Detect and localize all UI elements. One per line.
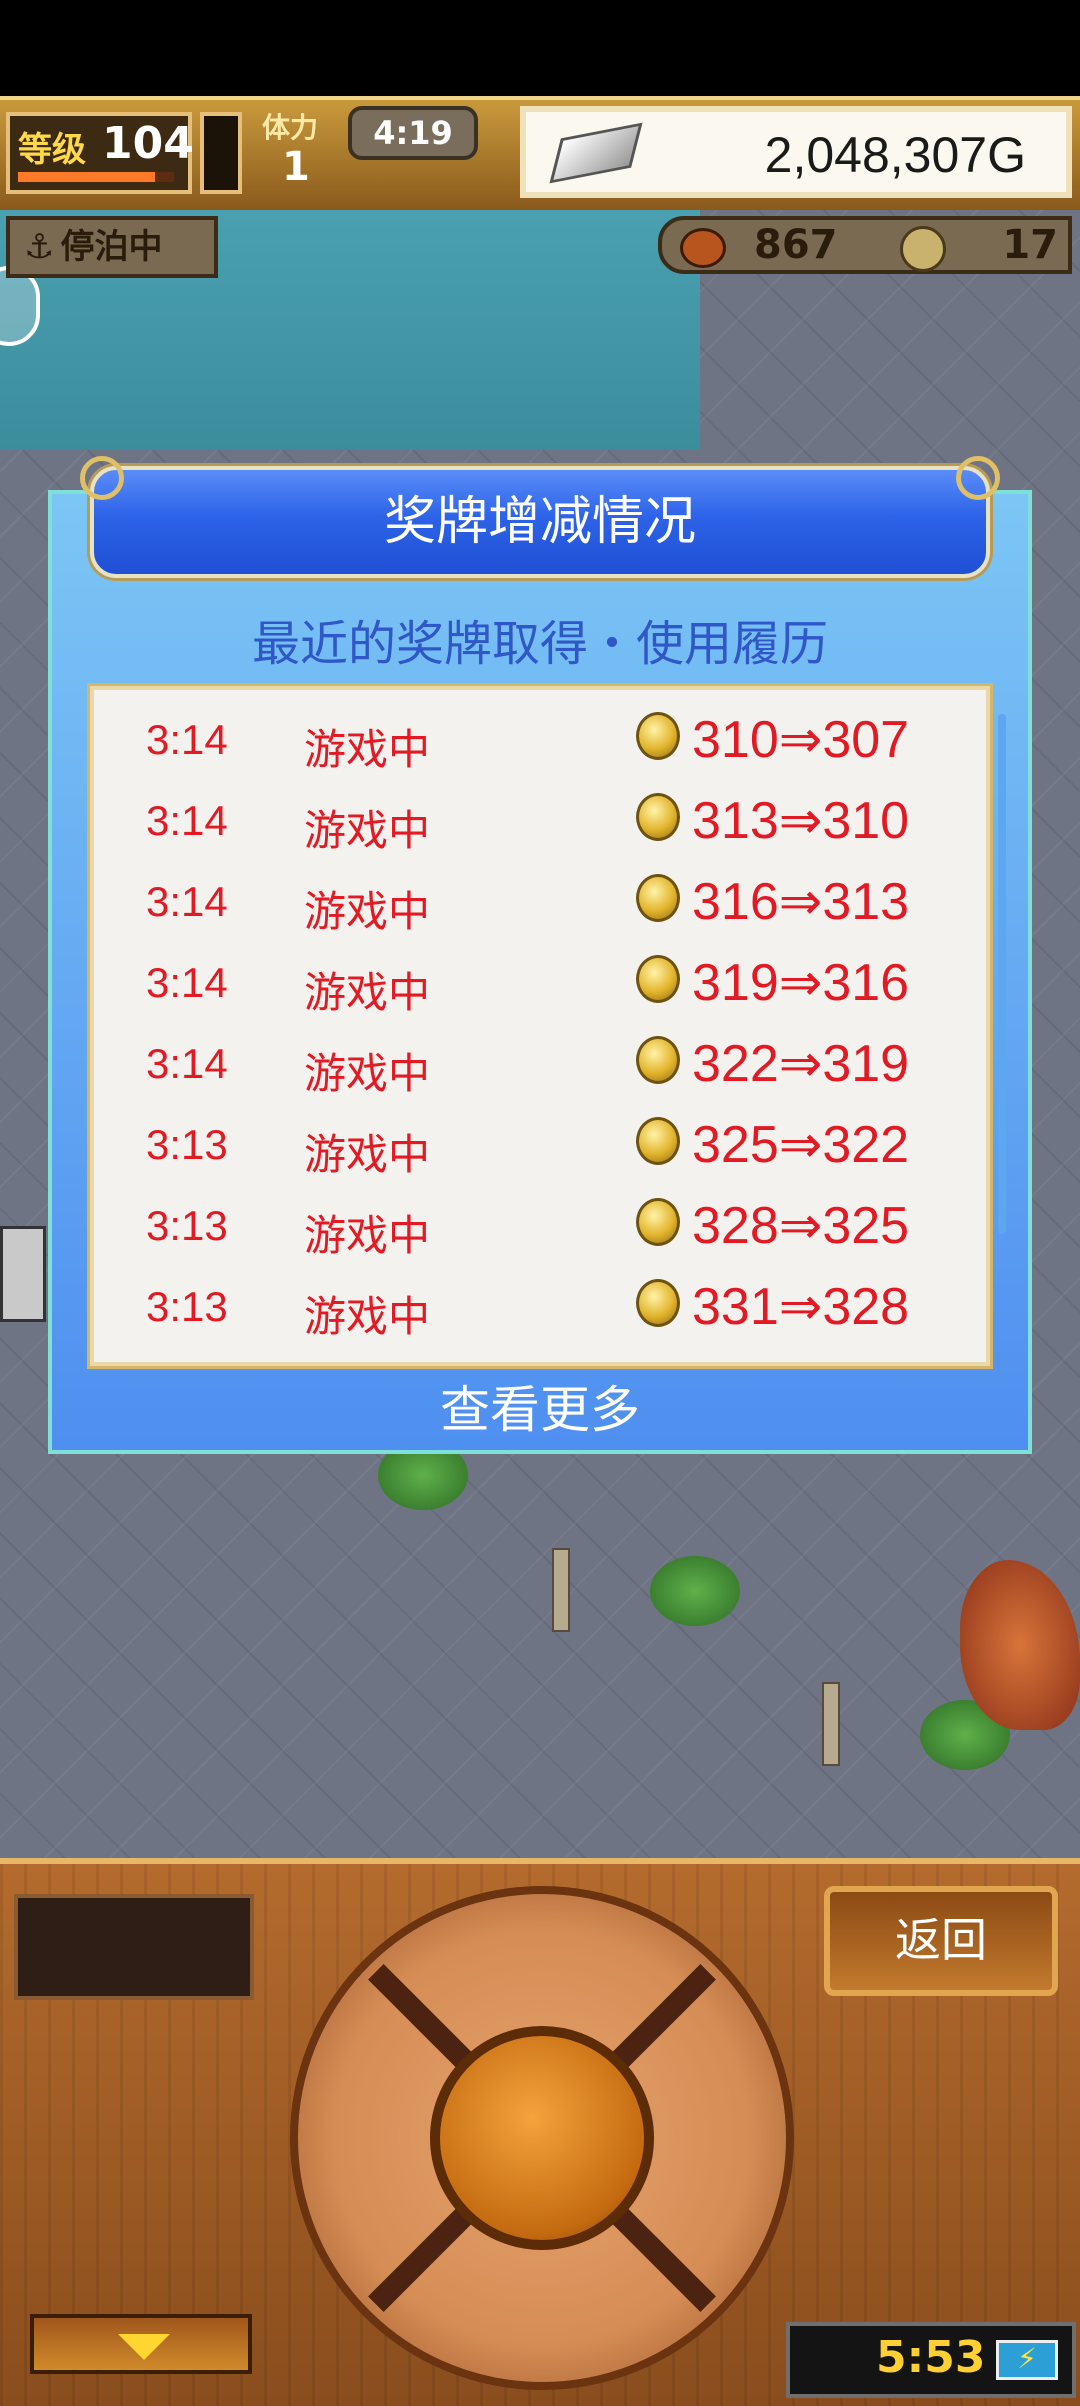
medal-coin-icon — [636, 955, 680, 1003]
bush-decoration — [650, 1556, 740, 1626]
row-change: 319⇒316 — [692, 954, 910, 1012]
medal-coin-icon — [636, 1036, 680, 1084]
medal-coin-icon — [636, 1279, 680, 1327]
menu-toggle-button[interactable] — [30, 2314, 252, 2374]
directional-pad[interactable] — [290, 1886, 794, 2390]
row-time: 3:14 — [146, 797, 228, 844]
game-clock: 5:53 ⚡ — [786, 2322, 1076, 2398]
row-time: 3:14 — [146, 1040, 228, 1087]
food-icon — [680, 228, 726, 268]
money-value: 2,048,307G — [764, 127, 1026, 183]
list-item: 3:13 游戏中 331⇒328 — [94, 1269, 986, 1350]
list-item: 3:14 游戏中 310⇒307 — [94, 702, 986, 783]
list-item: 3:14 游戏中 319⇒316 — [94, 945, 986, 1026]
row-change: 322⇒319 — [692, 1035, 910, 1093]
row-change: 325⇒322 — [692, 1116, 910, 1174]
list-item: 3:13 游戏中 328⇒325 — [94, 1188, 986, 1269]
battery-charging-icon: ⚡ — [996, 2340, 1058, 2380]
food-value: 867 — [754, 222, 838, 268]
level-box: 等级 104 — [6, 112, 194, 194]
stamina-timer: 4:19 — [348, 106, 478, 160]
row-time: 3:13 — [146, 1121, 228, 1168]
row-time: 3:13 — [146, 1202, 228, 1249]
medal-coin-icon — [636, 1117, 680, 1165]
dialog-title: 奖牌增减情况 — [383, 492, 696, 552]
row-time: 3:14 — [146, 878, 228, 925]
back-button[interactable]: 返回 — [824, 1886, 1058, 1996]
row-change: 328⇒325 — [692, 1197, 910, 1255]
row-time: 3:14 — [146, 959, 228, 1006]
row-change: 316⇒313 — [692, 873, 910, 931]
lamp-post — [552, 1548, 570, 1632]
row-status: 游戏中 — [304, 1049, 431, 1098]
medal-coin-icon — [900, 226, 946, 272]
row-status: 游戏中 — [304, 887, 431, 936]
medal-history-list[interactable]: 3:14 游戏中 310⇒307 3:14 游戏中 313⇒310 3:14 游… — [90, 686, 990, 1366]
row-status: 游戏中 — [304, 968, 431, 1017]
top-hud: 等级 104 体力 1 4:19 2,048,307G — [0, 96, 1080, 214]
level-value: 104 — [102, 118, 194, 169]
medal-coin-icon — [636, 712, 680, 760]
row-status: 游戏中 — [304, 1211, 431, 1260]
medal-coin-icon — [636, 1198, 680, 1246]
stamina-gauge — [200, 112, 242, 194]
row-time: 3:14 — [146, 716, 228, 763]
npc-sprite — [0, 1226, 46, 1322]
row-change: 310⇒307 — [692, 711, 910, 769]
row-status: 游戏中 — [304, 1130, 431, 1179]
medal-value: 17 — [1002, 222, 1058, 268]
row-change: 331⇒328 — [692, 1278, 910, 1336]
stamina-value: 1 — [282, 144, 310, 190]
stamina-label: 体力 — [262, 111, 319, 144]
see-more-button[interactable]: 查看更多 — [52, 1370, 1028, 1450]
list-item: 3:14 游戏中 316⇒313 — [94, 864, 986, 945]
dialog-header: 奖牌增减情况 — [80, 456, 1000, 578]
list-item: 3:14 游戏中 322⇒319 — [94, 1026, 986, 1107]
arrow-down-icon — [118, 2334, 170, 2360]
row-status: 游戏中 — [304, 806, 431, 855]
dialog-subtitle: 最近的奖牌取得・使用履历 — [251, 616, 828, 672]
row-status: 游戏中 — [304, 725, 431, 774]
row-time: 3:13 — [146, 1283, 228, 1330]
dpad-center-button[interactable] — [430, 2026, 654, 2250]
silver-bar-icon — [549, 122, 643, 184]
money-display: 2,048,307G — [520, 106, 1072, 198]
medal-history-dialog: 奖牌增减情况 最近的奖牌取得・使用履历 3:14 游戏中 310⇒307 3:1… — [48, 456, 1032, 1454]
list-item: 3:13 游戏中 325⇒322 — [94, 1107, 986, 1188]
resource-bar: 867 17 — [658, 216, 1072, 274]
medal-coin-icon — [636, 874, 680, 922]
docked-label: 停泊中 — [60, 227, 163, 267]
row-status: 游戏中 — [304, 1292, 431, 1341]
bottom-control-panel: 返回 5:53 ⚡ — [0, 1858, 1080, 2406]
exp-bar — [18, 172, 174, 182]
row-change: 313⇒310 — [692, 792, 910, 850]
info-slot — [14, 1894, 254, 2000]
anchor-icon: ⚓ — [24, 227, 55, 267]
docked-status: ⚓ 停泊中 — [6, 216, 218, 278]
medal-coin-icon — [636, 793, 680, 841]
list-item: 3:14 游戏中 313⇒310 — [94, 783, 986, 864]
clock-value: 5:53 — [876, 2332, 986, 2383]
list-scrollbar[interactable] — [998, 714, 1006, 1234]
level-label: 等级 — [18, 130, 86, 170]
lamp-post — [822, 1682, 840, 1766]
